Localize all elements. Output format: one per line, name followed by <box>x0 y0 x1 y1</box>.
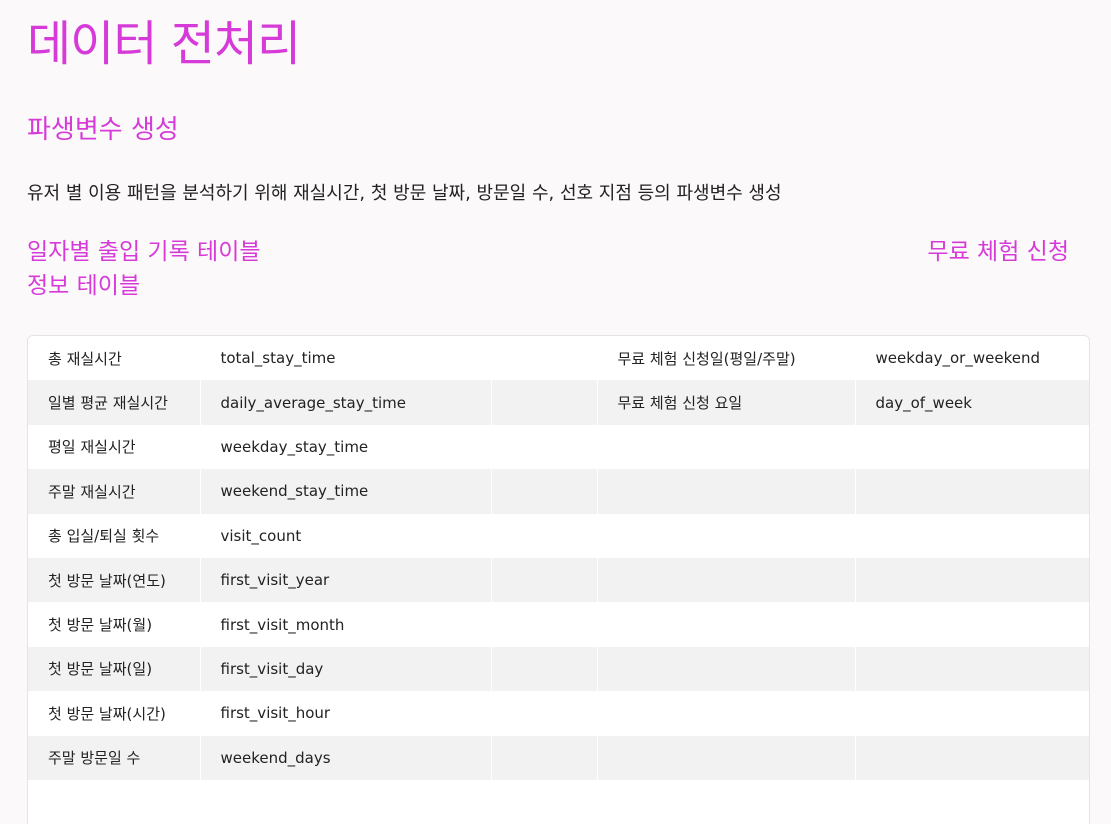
right-variable-name <box>855 779 1089 824</box>
table-row: 총 입실/퇴실 횟수 visit_count <box>28 513 1089 558</box>
page-title: 데이터 전처리 <box>27 16 301 72</box>
table-spacer-cell <box>491 691 598 736</box>
table-title-left: 일자별 출입 기록 테이블 정보 테이블 <box>27 235 261 303</box>
right-variable-name <box>855 602 1089 647</box>
table-spacer-cell <box>491 646 598 692</box>
left-variable-name: total_stay_time <box>200 336 492 381</box>
table-row: 첫 방문 날짜(시간) first_visit_hour <box>28 691 1089 736</box>
table-row: 첫 방문 날짜(일) first_visit_day <box>28 646 1089 692</box>
left-variable-name: weekday_stay_time <box>200 424 492 470</box>
right-variable-label <box>596 469 856 514</box>
table-row: 일별 평균 재실시간 daily_average_stay_time 무료 체험… <box>28 380 1089 425</box>
right-variable-name: weekday_or_weekend <box>855 336 1089 381</box>
left-variable-name: visit_count <box>200 513 492 558</box>
left-variable-label: 주말 방문일 수 <box>28 735 201 780</box>
table-title-left-line2: 정보 테이블 <box>27 273 141 299</box>
left-variable-name <box>200 779 492 824</box>
left-variable-label: 총 재실시간 <box>28 336 201 381</box>
table-title-left-line1: 일자별 출입 기록 테이블 <box>27 239 261 265</box>
table-title-right: 무료 체험 신청 <box>927 239 1069 265</box>
right-variable-name: day_of_week <box>855 380 1089 425</box>
section-description: 유저 별 이용 패턴을 분석하기 위해 재실시간, 첫 방문 날짜, 방문일 수… <box>27 183 782 204</box>
left-variable-label: 첫 방문 날짜(월) <box>28 602 201 647</box>
left-variable-name: weekend_days <box>200 735 492 780</box>
left-variable-label: 첫 방문 날짜(일) <box>28 646 201 692</box>
right-variable-label <box>596 735 856 780</box>
table-spacer-cell <box>491 469 598 514</box>
right-variable-label: 무료 체험 신청일(평일/주말) <box>596 336 856 381</box>
table-row <box>28 779 1089 824</box>
table-row: 첫 방문 날짜(월) first_visit_month <box>28 602 1089 647</box>
left-variable-label: 일별 평균 재실시간 <box>28 380 201 425</box>
table-spacer-cell <box>491 424 598 470</box>
right-variable-name <box>855 513 1089 558</box>
table-spacer-cell <box>491 557 598 603</box>
variable-table-container: 총 재실시간 total_stay_time 무료 체험 신청일(평일/주말) … <box>27 335 1090 824</box>
table-row: 주말 재실시간 weekend_stay_time <box>28 469 1089 514</box>
right-variable-label <box>596 424 856 470</box>
table-spacer-cell <box>491 513 598 558</box>
left-variable-name: first_visit_hour <box>200 691 492 736</box>
right-variable-name <box>855 646 1089 692</box>
left-variable-name: weekend_stay_time <box>200 469 492 514</box>
table-spacer-cell <box>491 602 598 647</box>
right-variable-label <box>596 691 856 736</box>
table-row: 평일 재실시간 weekday_stay_time <box>28 424 1089 470</box>
right-variable-name <box>855 691 1089 736</box>
right-variable-name <box>855 735 1089 780</box>
table-spacer-cell <box>491 735 598 780</box>
left-variable-label: 총 입실/퇴실 횟수 <box>28 513 201 558</box>
left-variable-name: first_visit_month <box>200 602 492 647</box>
table-spacer-cell <box>491 779 598 824</box>
right-variable-name <box>855 557 1089 603</box>
table-spacer-cell <box>491 336 598 381</box>
left-variable-name: first_visit_day <box>200 646 492 692</box>
table-row: 주말 방문일 수 weekend_days <box>28 735 1089 780</box>
left-variable-label: 첫 방문 날짜(시간) <box>28 691 201 736</box>
left-variable-label: 평일 재실시간 <box>28 424 201 470</box>
table-row: 총 재실시간 total_stay_time 무료 체험 신청일(평일/주말) … <box>28 336 1089 381</box>
left-variable-label <box>28 779 201 824</box>
section-title: 파생변수 생성 <box>27 115 179 145</box>
table-spacer-cell <box>491 380 598 425</box>
right-variable-name <box>855 424 1089 470</box>
right-variable-name <box>855 469 1089 514</box>
right-variable-label <box>596 779 856 824</box>
variable-table: 총 재실시간 total_stay_time 무료 체험 신청일(평일/주말) … <box>28 336 1089 824</box>
left-variable-name: daily_average_stay_time <box>200 380 492 425</box>
right-variable-label: 무료 체험 신청 요일 <box>596 380 856 425</box>
left-variable-label: 첫 방문 날짜(연도) <box>28 557 201 603</box>
left-variable-name: first_visit_year <box>200 557 492 603</box>
right-variable-label <box>596 557 856 603</box>
right-variable-label <box>596 646 856 692</box>
left-variable-label: 주말 재실시간 <box>28 469 201 514</box>
right-variable-label <box>596 602 856 647</box>
table-row: 첫 방문 날짜(연도) first_visit_year <box>28 557 1089 603</box>
right-variable-label <box>596 513 856 558</box>
